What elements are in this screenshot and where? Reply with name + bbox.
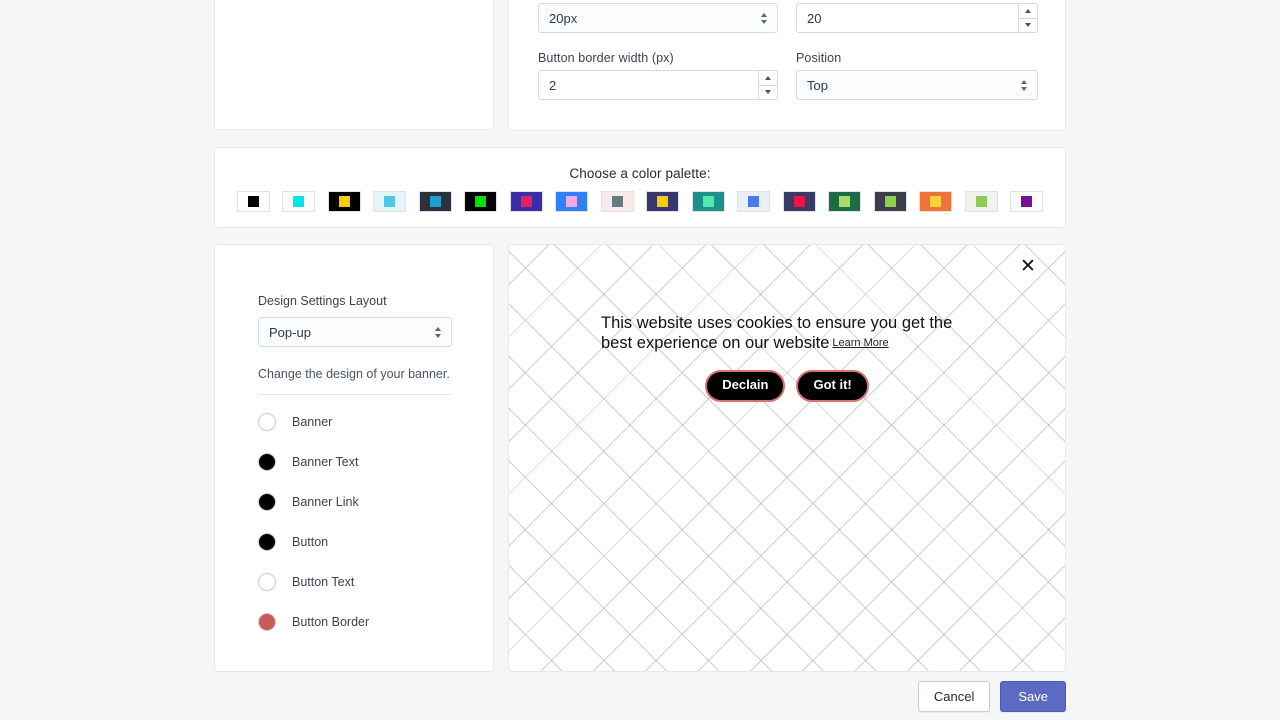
color-swatch-dot[interactable] bbox=[258, 533, 276, 551]
button-border-radius-value: 20 bbox=[807, 10, 822, 26]
palette-swatch-accent bbox=[975, 196, 987, 207]
palette-swatch[interactable] bbox=[418, 191, 452, 212]
color-swatch-dot[interactable] bbox=[258, 413, 276, 431]
palette-swatch[interactable] bbox=[1010, 191, 1044, 212]
palette-swatch[interactable] bbox=[873, 191, 907, 212]
stepper-down-button[interactable] bbox=[1018, 17, 1038, 33]
position-select[interactable]: Top bbox=[796, 70, 1038, 100]
palette-swatch[interactable] bbox=[509, 191, 543, 212]
palette-swatch[interactable] bbox=[646, 191, 680, 212]
palette-swatch[interactable] bbox=[737, 191, 771, 212]
design-help-text: Change the design of your banner. bbox=[258, 367, 450, 381]
color-target-label: Banner Text bbox=[292, 455, 359, 469]
settings-page: 20px 20 Button border width (px) 2 Posit… bbox=[0, 0, 1280, 720]
color-target-label: Banner bbox=[292, 415, 333, 429]
stepper-down-button[interactable] bbox=[758, 84, 778, 100]
color-palette-panel: Choose a color palette: bbox=[214, 147, 1066, 228]
stepper-up-button[interactable] bbox=[1018, 3, 1038, 18]
palette-swatch-accent bbox=[793, 196, 805, 207]
banner-preview-panel: ✕ This website uses cookies to ensure yo… bbox=[508, 244, 1066, 672]
cookie-banner-buttons: Declain Got it! bbox=[509, 370, 1065, 403]
palette-swatch-accent bbox=[748, 196, 760, 207]
close-icon[interactable]: ✕ bbox=[1017, 255, 1039, 277]
palette-swatch-accent bbox=[566, 196, 578, 207]
color-target-item[interactable]: Button bbox=[258, 522, 458, 562]
number-stepper[interactable] bbox=[1018, 3, 1038, 33]
cookie-banner: This website uses cookies to ensure you … bbox=[509, 313, 1065, 403]
palette-swatch-accent bbox=[475, 196, 487, 207]
palette-swatch[interactable] bbox=[555, 191, 589, 212]
color-target-label: Banner Link bbox=[292, 495, 359, 509]
number-stepper[interactable] bbox=[758, 70, 778, 100]
palette-swatch-list bbox=[215, 191, 1065, 212]
palette-swatch[interactable] bbox=[919, 191, 953, 212]
color-target-item[interactable]: Banner Text bbox=[258, 442, 458, 482]
accept-button[interactable]: Got it! bbox=[796, 370, 869, 403]
design-layout-label: Design Settings Layout bbox=[258, 294, 387, 308]
position-value: Top bbox=[807, 77, 828, 93]
palette-swatch[interactable] bbox=[691, 191, 725, 212]
palette-swatch-accent bbox=[1021, 196, 1033, 207]
button-border-width-label: Button border width (px) bbox=[538, 51, 674, 65]
color-swatch-dot[interactable] bbox=[258, 453, 276, 471]
palette-swatch-accent bbox=[611, 196, 623, 207]
chevron-updown-icon bbox=[759, 10, 768, 26]
palette-swatch-accent bbox=[384, 196, 396, 207]
palette-swatch-accent bbox=[702, 196, 714, 207]
palette-swatch-accent bbox=[930, 196, 942, 207]
palette-swatch[interactable] bbox=[327, 191, 361, 212]
color-target-label: Button Border bbox=[292, 615, 370, 629]
palette-swatch[interactable] bbox=[464, 191, 498, 212]
design-layout-value: Pop-up bbox=[269, 324, 311, 340]
position-label: Position bbox=[796, 51, 842, 65]
stepper-up-button[interactable] bbox=[758, 70, 778, 85]
font-size-select[interactable]: 20px bbox=[538, 3, 778, 33]
learn-more-link[interactable]: Learn More bbox=[832, 337, 888, 349]
save-button[interactable]: Save bbox=[1000, 681, 1066, 712]
checkerboard-pattern bbox=[509, 245, 1065, 671]
color-target-item[interactable]: Button Text bbox=[258, 562, 458, 602]
cookie-message-text: This website uses cookies to ensure you … bbox=[601, 314, 953, 353]
palette-swatch-accent bbox=[520, 196, 532, 207]
design-layout-select[interactable]: Pop-up bbox=[258, 317, 452, 347]
palette-swatch-accent bbox=[293, 196, 305, 207]
palette-swatch-accent bbox=[338, 196, 350, 207]
palette-swatch-accent bbox=[657, 196, 669, 207]
color-target-label: Button bbox=[292, 535, 329, 549]
palette-title: Choose a color palette: bbox=[569, 166, 711, 181]
chevron-updown-icon bbox=[1019, 77, 1028, 93]
decline-button[interactable]: Declain bbox=[705, 370, 786, 403]
cancel-button[interactable]: Cancel bbox=[917, 681, 991, 712]
design-settings-panel: Design Settings Layout Pop-up Change the… bbox=[214, 244, 494, 672]
font-size-value: 20px bbox=[549, 10, 578, 26]
color-swatch-dot[interactable] bbox=[258, 613, 276, 631]
color-target-item[interactable]: Button Border bbox=[258, 602, 458, 642]
palette-swatch-accent bbox=[429, 196, 441, 207]
palette-swatch[interactable] bbox=[828, 191, 862, 212]
footer-actions: Cancel Save bbox=[917, 681, 1066, 712]
color-target-label: Button Text bbox=[292, 575, 355, 589]
palette-swatch-accent bbox=[839, 196, 851, 207]
palette-swatch[interactable] bbox=[600, 191, 634, 212]
palette-swatch[interactable] bbox=[964, 191, 998, 212]
palette-swatch[interactable] bbox=[782, 191, 816, 212]
upper-left-panel bbox=[214, 0, 494, 130]
button-border-width-value: 2 bbox=[549, 77, 557, 93]
color-swatch-dot[interactable] bbox=[258, 573, 276, 591]
palette-swatch[interactable] bbox=[282, 191, 316, 212]
color-target-item[interactable]: Banner bbox=[258, 402, 458, 442]
banner-settings-panel: 20px 20 Button border width (px) 2 Posit… bbox=[508, 0, 1066, 131]
button-border-radius-input[interactable]: 20 bbox=[796, 3, 1038, 33]
color-target-item[interactable]: Banner Link bbox=[258, 482, 458, 522]
palette-swatch[interactable] bbox=[236, 191, 270, 212]
divider bbox=[258, 394, 452, 395]
cookie-banner-message: This website uses cookies to ensure you … bbox=[601, 313, 973, 353]
color-swatch-dot[interactable] bbox=[258, 493, 276, 511]
chevron-updown-icon bbox=[433, 324, 442, 340]
button-border-width-input[interactable]: 2 bbox=[538, 70, 778, 100]
palette-swatch-accent bbox=[247, 196, 259, 207]
color-target-list: Banner Banner Text Banner Link Button Button… bbox=[258, 402, 458, 642]
palette-swatch-accent bbox=[884, 196, 896, 207]
palette-swatch[interactable] bbox=[373, 191, 407, 212]
